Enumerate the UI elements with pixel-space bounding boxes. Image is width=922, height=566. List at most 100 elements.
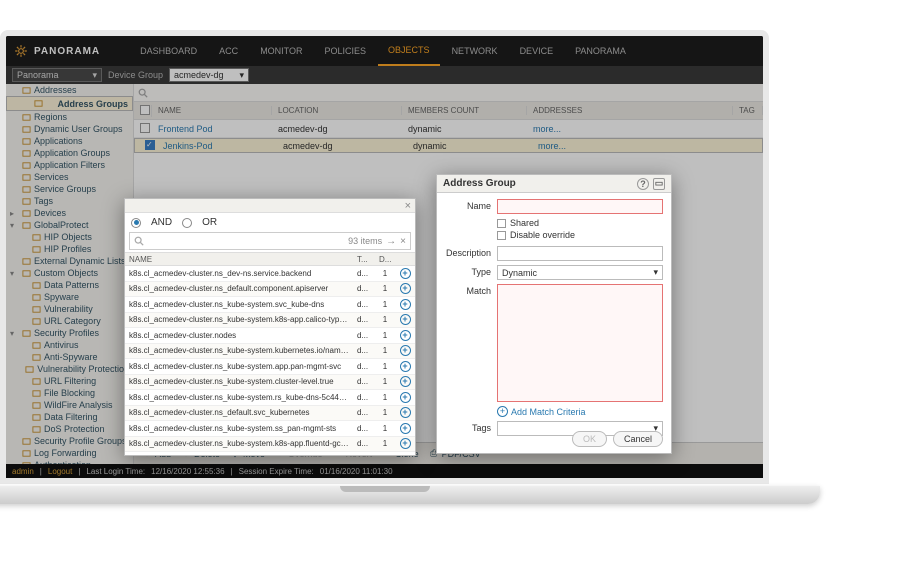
criteria-row[interactable]: k8s.cl_acmedev-cluster.ns_kube-system.cl…: [125, 375, 415, 391]
plus-circle-icon: +: [400, 314, 411, 325]
logic-or-label: OR: [202, 217, 217, 228]
modal-header: Address Group ? ▭: [437, 175, 671, 193]
criteria-add[interactable]: +: [395, 423, 415, 434]
criteria-row[interactable]: k8s.cl_acmedev-cluster.ns_kube-system.ss…: [125, 421, 415, 437]
plus-circle-icon: +: [400, 330, 411, 341]
tab-subtitle: ── Device Groups ──: [374, 30, 444, 35]
criteria-name: k8s.cl_acmedev-cluster.ns_kube-system.k8…: [125, 439, 353, 448]
criteria-add[interactable]: +: [395, 268, 415, 279]
help-icon[interactable]: ?: [637, 178, 649, 190]
criteria-add[interactable]: +: [395, 407, 415, 418]
criteria-count: 1: [375, 408, 395, 417]
type-value: Dynamic: [502, 268, 537, 278]
arrow-right-icon[interactable]: →: [386, 236, 396, 247]
criteria-count: 1: [375, 346, 395, 355]
criteria-type: d...: [353, 393, 375, 402]
add-match-criteria-link[interactable]: + Add Match Criteria: [497, 406, 663, 417]
criteria-row[interactable]: k8s.cl_acmedev-cluster.ns_kube-system.sv…: [125, 297, 415, 313]
add-match-label: Add Match Criteria: [511, 407, 586, 417]
criteria-type: d...: [353, 331, 375, 340]
match-criteria-modal: × AND OR 93 items → × NAME T... D...: [124, 198, 416, 456]
criteria-count: 1: [375, 269, 395, 278]
criteria-row[interactable]: k8s.cl_acmedev-cluster.ns_kube-system.k8…: [125, 313, 415, 329]
criteria-name: k8s.cl_acmedev-cluster.ns_default.svc_ku…: [125, 408, 353, 417]
criteria-type: d...: [353, 362, 375, 371]
criteria-add[interactable]: +: [395, 314, 415, 325]
match-textarea[interactable]: [497, 284, 663, 402]
criteria-add[interactable]: +: [395, 330, 415, 341]
criteria-type: d...: [353, 377, 375, 386]
plus-circle-icon: +: [400, 423, 411, 434]
criteria-row[interactable]: k8s.cl_acmedev-cluster.ns_default.svc_ku…: [125, 406, 415, 422]
disable-override-checkbox[interactable]: [497, 231, 506, 240]
logic-or-radio[interactable]: [182, 218, 192, 228]
criteria-row[interactable]: k8s.cl_acmedev-cluster.ns_kube-system.ap…: [125, 359, 415, 375]
tab-subtitle: ── Templates ──: [447, 30, 503, 35]
address-group-modal: Address Group ? ▭ Name Shared Disable ov…: [436, 174, 672, 454]
criteria-row[interactable]: k8s.cl_acmedev-cluster.ns_default.compon…: [125, 282, 415, 298]
plus-circle-icon: +: [400, 268, 411, 279]
criteria-type: d...: [353, 300, 375, 309]
plus-circle-icon: +: [400, 392, 411, 403]
criteria-type: d...: [353, 439, 375, 448]
close-icon[interactable]: ×: [405, 199, 411, 213]
plus-circle-icon: +: [497, 406, 508, 417]
criteria-add[interactable]: +: [395, 299, 415, 310]
disable-override-label: Disable override: [510, 230, 575, 240]
criteria-count: 1: [375, 439, 395, 448]
criteria-name: k8s.cl_acmedev-cluster.ns_kube-system.cl…: [125, 377, 353, 386]
shared-checkbox[interactable]: [497, 219, 506, 228]
criteria-add[interactable]: +: [395, 361, 415, 372]
criteria-count: 1: [375, 284, 395, 293]
cancel-button[interactable]: Cancel: [613, 431, 663, 447]
search-icon: [134, 236, 144, 246]
criteria-type: d...: [353, 284, 375, 293]
criteria-add[interactable]: +: [395, 345, 415, 356]
criteria-search[interactable]: 93 items → ×: [129, 232, 411, 250]
plus-circle-icon: +: [400, 361, 411, 372]
plus-circle-icon: +: [400, 283, 411, 294]
criteria-add[interactable]: +: [395, 438, 415, 449]
criteria-add[interactable]: +: [395, 392, 415, 403]
criteria-row[interactable]: k8s.cl_acmedev-cluster.ns_kube-system.ku…: [125, 344, 415, 360]
criteria-type: d...: [353, 269, 375, 278]
criteria-type: d...: [353, 424, 375, 433]
description-input[interactable]: [497, 246, 663, 261]
criteria-name: k8s.cl_acmedev-cluster.ns_kube-system.ap…: [125, 362, 353, 371]
name-input[interactable]: [497, 199, 663, 214]
criteria-name: k8s.cl_acmedev-cluster.ns_dev-ns.service…: [125, 269, 353, 278]
criteria-header-name[interactable]: NAME: [125, 255, 353, 264]
criteria-count: 93 items: [348, 236, 382, 246]
criteria-count: 1: [375, 315, 395, 324]
modal-header: ×: [125, 199, 415, 213]
criteria-header-d[interactable]: D...: [375, 255, 395, 264]
criteria-add[interactable]: +: [395, 376, 415, 387]
shared-label: Shared: [510, 218, 539, 228]
criteria-name: k8s.cl_acmedev-cluster.ns_kube-system.rs…: [125, 393, 353, 402]
criteria-name: k8s.cl_acmedev-cluster.ns_kube-system.ss…: [125, 424, 353, 433]
criteria-row[interactable]: k8s.cl_acmedev-cluster.nodesd...1+: [125, 328, 415, 344]
plus-circle-icon: +: [400, 345, 411, 356]
criteria-count: 1: [375, 424, 395, 433]
criteria-name: k8s.cl_acmedev-cluster.ns_default.compon…: [125, 284, 353, 293]
criteria-row[interactable]: k8s.cl_acmedev-cluster.ns_kube-system.k8…: [125, 437, 415, 453]
window-icon[interactable]: ▭: [653, 178, 665, 190]
ok-button[interactable]: OK: [572, 431, 607, 447]
plus-circle-icon: +: [400, 438, 411, 449]
criteria-count: 1: [375, 393, 395, 402]
criteria-name: k8s.cl_acmedev-cluster.nodes: [125, 331, 353, 340]
name-label: Name: [445, 199, 491, 211]
criteria-type: d...: [353, 315, 375, 324]
plus-circle-icon: +: [400, 407, 411, 418]
plus-circle-icon: +: [400, 299, 411, 310]
clear-icon[interactable]: ×: [400, 236, 406, 247]
criteria-row[interactable]: k8s.cl_acmedev-cluster.ns_dev-ns.service…: [125, 266, 415, 282]
criteria-count: 1: [375, 362, 395, 371]
criteria-add[interactable]: +: [395, 283, 415, 294]
criteria-row[interactable]: k8s.cl_acmedev-cluster.ns_kube-system.rs…: [125, 390, 415, 406]
criteria-header-type[interactable]: T...: [353, 255, 375, 264]
logic-and-radio[interactable]: [131, 218, 141, 228]
type-select[interactable]: Dynamic▾: [497, 265, 663, 280]
match-label: Match: [445, 284, 491, 296]
tags-label: Tags: [445, 421, 491, 433]
